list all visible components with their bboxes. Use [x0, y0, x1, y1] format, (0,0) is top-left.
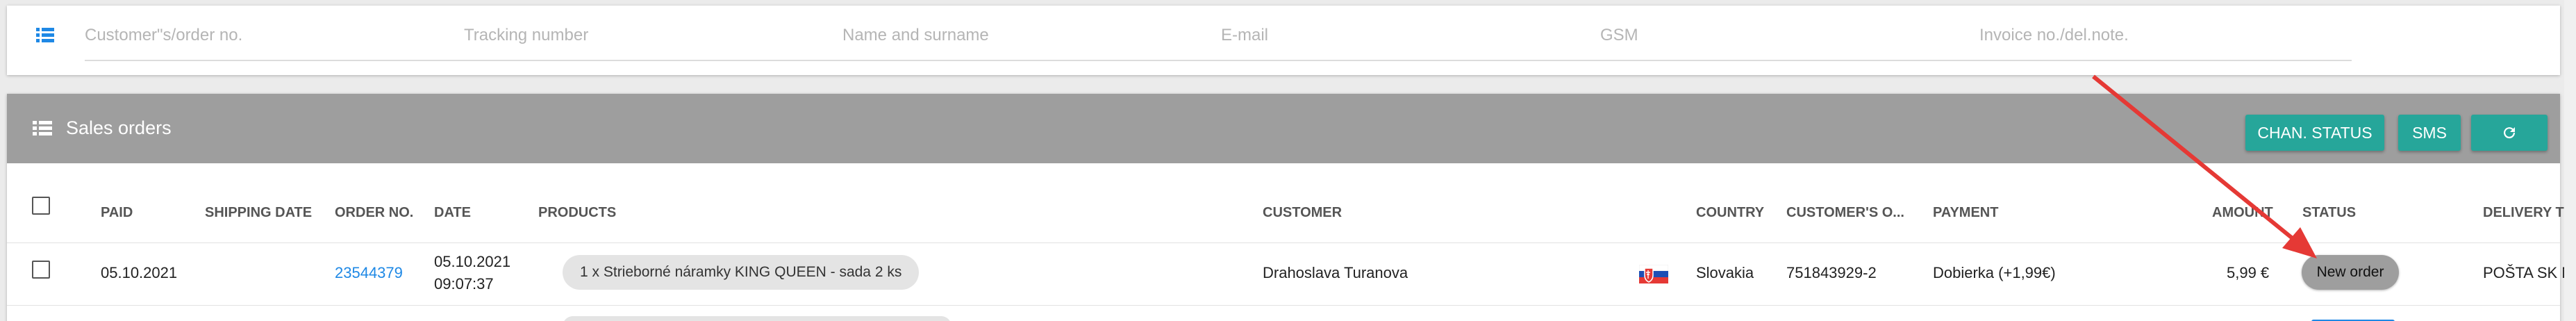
column-delivery-type[interactable]: DELIVERY TY — [2483, 204, 2573, 222]
customer-order-input[interactable]: Customer"s/order no. — [85, 24, 242, 47]
column-products[interactable]: PRODUCTS — [538, 204, 616, 222]
refresh-icon — [2504, 127, 2516, 139]
order-number-link[interactable]: 23544379 — [335, 263, 403, 283]
change-status-button[interactable]: CHAN. STATUS — [2245, 115, 2384, 151]
column-customers-order[interactable]: CUSTOMER'S O... — [1786, 204, 1904, 222]
page-title: Sales orders — [66, 117, 172, 138]
column-country[interactable]: COUNTRY — [1696, 204, 1764, 222]
filter-panel: Customer"s/order no. Tracking number Nam… — [7, 6, 2560, 75]
next-row-product-chip[interactable] — [563, 316, 952, 321]
column-payment[interactable]: PAYMENT — [1933, 204, 1998, 222]
scrollbar[interactable] — [2564, 0, 2576, 321]
order-amount: 5,99 € — [2227, 264, 2270, 281]
column-shipping-date[interactable]: SHIPPING DATE — [205, 204, 312, 222]
payment-method: Dobierka (+1,99€) — [1933, 264, 2056, 281]
column-customer[interactable]: CUSTOMER — [1263, 204, 1342, 222]
row-divider — [7, 242, 2560, 243]
refresh-button[interactable] — [2471, 115, 2548, 151]
status-badge[interactable]: New order — [2302, 255, 2399, 290]
delivery-type: POŠTA SK N — [2483, 264, 2573, 281]
list-filter-icon[interactable] — [33, 23, 57, 47]
name-surname-input[interactable]: Name and surname — [842, 24, 989, 47]
column-date[interactable]: DATE — [434, 204, 471, 222]
column-order-no[interactable]: ORDER NO. — [335, 204, 413, 222]
order-date: 05.10.2021 — [434, 253, 511, 270]
customer-name: Drahoslava Turanova — [1263, 264, 1409, 281]
paid-date: 05.10.2021 — [101, 264, 178, 281]
sales-orders-panel: Sales orders CHAN. STATUS SMS PAID SHIPP… — [7, 94, 2573, 321]
filter-underline — [85, 60, 2352, 61]
row-checkbox[interactable] — [32, 261, 50, 279]
orders-header: Sales orders CHAN. STATUS SMS — [7, 94, 2560, 163]
column-status[interactable]: STATUS — [2302, 204, 2356, 222]
order-time: 09:07:37 — [434, 275, 494, 293]
row-divider — [7, 305, 2560, 306]
invoice-input[interactable]: Invoice no./del.note. — [1979, 24, 2129, 47]
list-icon — [33, 121, 52, 135]
product-chip[interactable]: 1 x Strieborné náramky KING QUEEN - sada… — [563, 255, 920, 290]
column-paid[interactable]: PAID — [101, 204, 133, 222]
slovakia-flag-icon — [1639, 265, 1668, 283]
country: Slovakia — [1696, 264, 1754, 281]
select-all-checkbox[interactable] — [32, 197, 50, 215]
customers-order-no: 751843929-2 — [1786, 264, 1877, 281]
sms-button[interactable]: SMS — [2398, 115, 2461, 151]
column-amount[interactable]: AMOUNT — [2212, 204, 2273, 222]
gsm-input[interactable]: GSM — [1600, 24, 1638, 47]
tracking-number-input[interactable]: Tracking number — [464, 24, 588, 47]
email-input[interactable]: E-mail — [1221, 24, 1268, 47]
